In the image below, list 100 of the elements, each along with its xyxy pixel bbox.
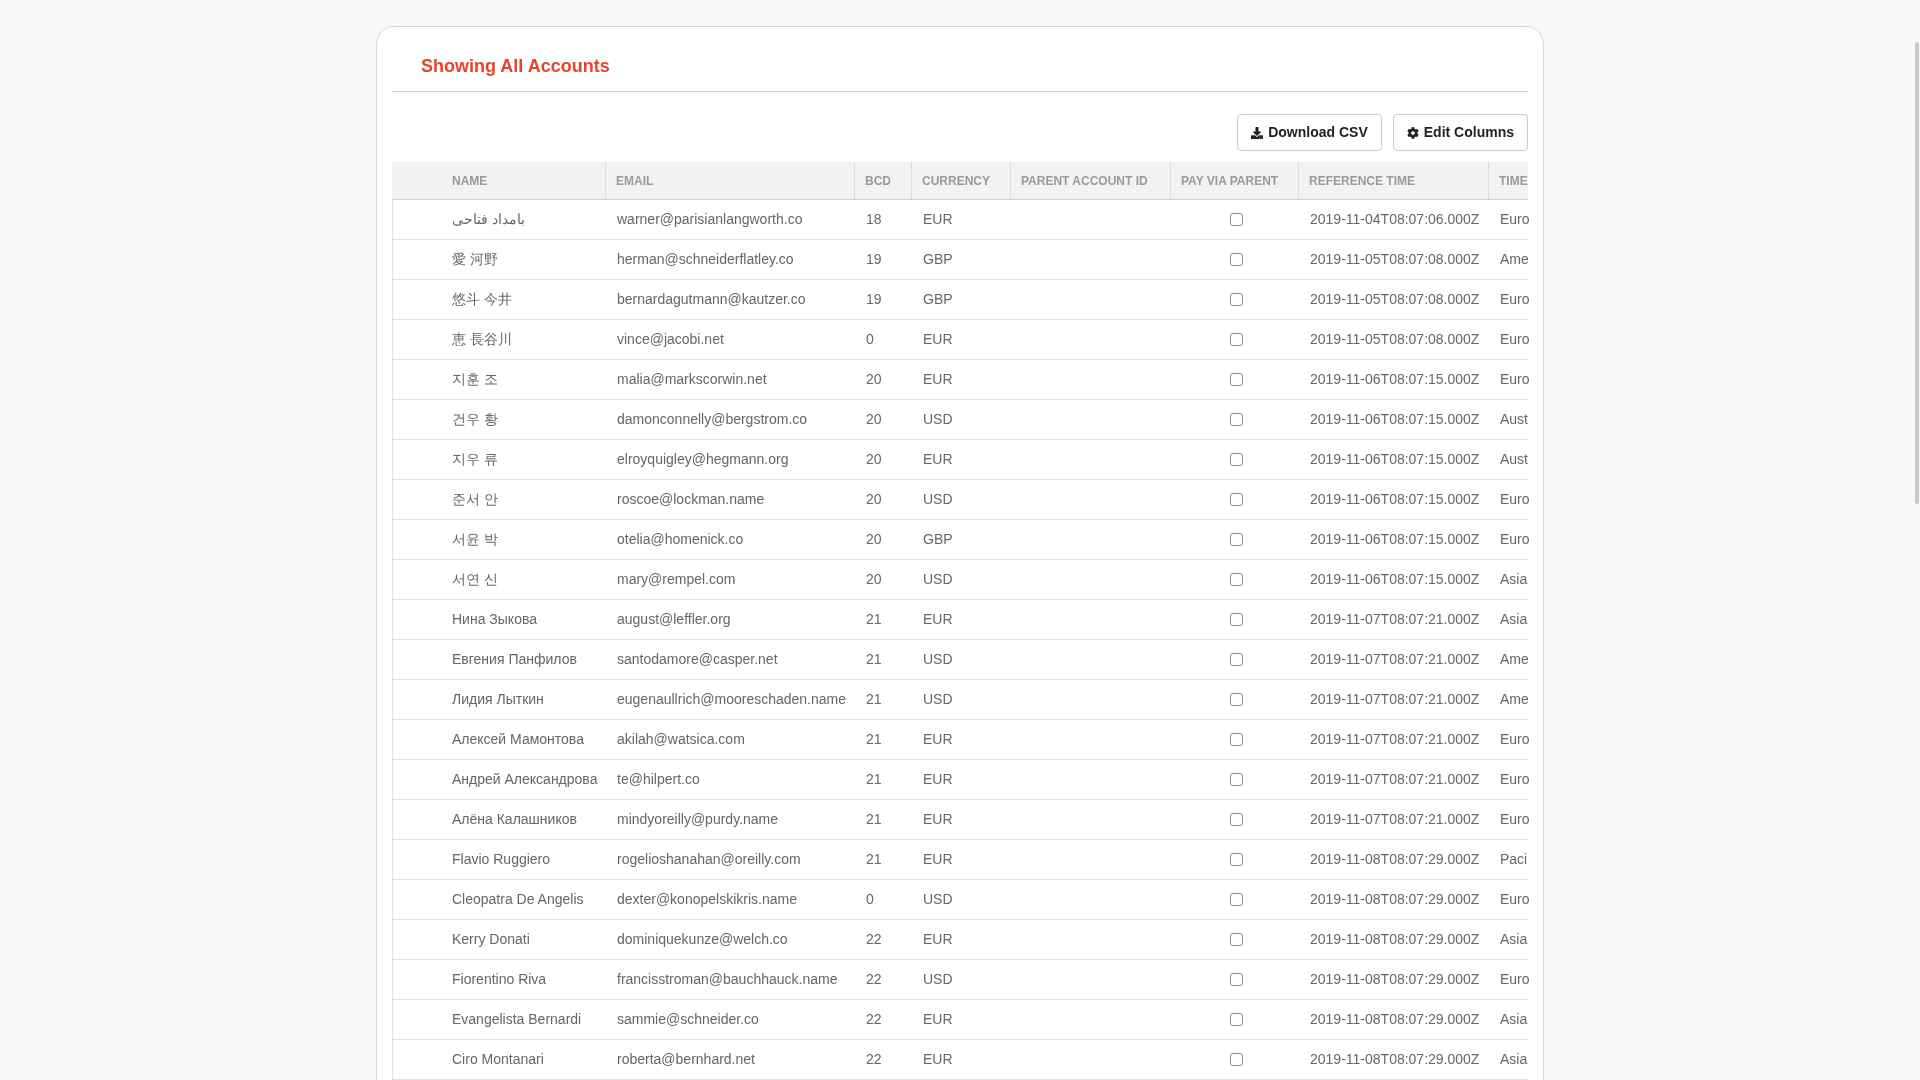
table-cell-text: 恵 長谷川 [451, 330, 513, 349]
table-cell-text: otelia@homenick.co [616, 530, 745, 549]
table-cell-text: Euro [1499, 370, 1530, 389]
table-cell-text: 悠斗 今井 [451, 290, 513, 309]
table-cell-text: Euro [1499, 730, 1530, 749]
table-cell-text: warner@parisianlangworth.co [616, 210, 804, 229]
checkbox[interactable] [1229, 693, 1243, 706]
checkbox[interactable] [1229, 653, 1243, 666]
table-cell-text: dexter@konopelskikris.name [616, 890, 798, 909]
table-cell-text: 2019-11-05T08:07:08.000Z [1309, 290, 1481, 309]
table-cell-text: francisstroman@bauchhauck.name [616, 970, 839, 989]
checkbox[interactable] [1229, 813, 1243, 826]
table-cell-text: USD [922, 410, 954, 429]
table-cell-text: Fiorentino Riva [451, 970, 548, 989]
table-cell-text: Алёна Калашников [451, 810, 578, 829]
table-cell-text: Ame [1499, 250, 1530, 269]
checkbox[interactable] [1229, 1053, 1243, 1066]
table-cell-text: 22 [865, 1050, 883, 1069]
table-cell-text: Euro [1499, 530, 1530, 549]
table-cell-text: Ciro Montanari [451, 1050, 545, 1069]
table-cell-text: Asia [1499, 930, 1529, 949]
table-cell-text: Андрей Александрова [451, 770, 599, 789]
checkbox[interactable] [1229, 413, 1243, 426]
table-cell-text: 21 [865, 810, 883, 829]
table-cell-text: 20 [865, 490, 883, 509]
table-cell-text: Euro [1499, 970, 1530, 989]
table-cell-text: EUR [922, 330, 954, 349]
table-cell-text: sammie@schneider.co [616, 1010, 760, 1029]
table-cell-text: 20 [865, 530, 883, 549]
table-cell-text: mindyoreilly@purdy.name [616, 810, 779, 829]
table-cell-text: Euro [1499, 810, 1530, 829]
table-cell-text: 20 [865, 450, 883, 469]
table-cell-text: Лидия Лыткин [451, 690, 545, 709]
table-cell-text: Paci [1499, 850, 1529, 869]
edit-columns-button[interactable]: Edit Columns [1392, 114, 1528, 151]
column-header: CURRENCY [912, 162, 1011, 199]
table-cell-text: Алексей Мамонтова [451, 730, 585, 749]
table-cell-text: 20 [865, 570, 883, 589]
table-cell-text: te@hilpert.co [616, 770, 701, 789]
table-cell-text: 2019-11-06T08:07:15.000Z [1309, 410, 1481, 429]
column-header: EMAIL [606, 162, 855, 199]
table-cell-text: mary@rempel.com [616, 570, 737, 589]
checkbox[interactable] [1229, 893, 1243, 906]
table-cell-text: EUR [922, 1050, 954, 1069]
checkbox[interactable] [1229, 373, 1243, 386]
table-cell-text: dominiquekunze@welch.co [616, 930, 789, 949]
table-cell-text: 20 [865, 410, 883, 429]
table-cell-text: 20 [865, 370, 883, 389]
checkbox[interactable] [1229, 1013, 1243, 1026]
table-cell-text: eugenaullrich@mooreschaden.name [616, 690, 848, 709]
table-cell-text: بامداد فتاحی [451, 210, 526, 229]
table-cell-text: malia@markscorwin.net [616, 370, 768, 389]
checkbox[interactable] [1229, 253, 1243, 266]
checkbox[interactable] [1229, 733, 1243, 746]
checkbox[interactable] [1229, 453, 1243, 466]
table-cell-text: elroyquigley@hegmann.org [616, 450, 790, 469]
scrollbar-thumb[interactable] [1915, 42, 1919, 504]
table-cell-text: 건우 황 [451, 410, 499, 429]
column-header: BCD [855, 162, 912, 199]
checkbox[interactable] [1229, 853, 1243, 866]
table-cell-text: Евгения Панфилов [451, 650, 578, 669]
page-title: Showing All Accounts [421, 55, 610, 77]
table-cell-text: Euro [1499, 330, 1530, 349]
table-cell-text: 2019-11-05T08:07:08.000Z [1309, 330, 1481, 349]
table-cell-text: Aust [1499, 410, 1529, 429]
table-cell-text: august@leffler.org [616, 610, 732, 629]
table-cell-text: USD [922, 690, 954, 709]
table-cell-text: 22 [865, 1010, 883, 1029]
table-cell-text: Euro [1499, 770, 1530, 789]
download-icon [1251, 126, 1264, 139]
table-cell-text: 21 [865, 650, 883, 669]
table-cell-text: EUR [922, 610, 954, 629]
table-cell-text: 2019-11-07T08:07:21.000Z [1309, 690, 1481, 709]
table-cell-text: Euro [1499, 890, 1530, 909]
table-cell-text: Ame [1499, 650, 1530, 669]
table-cell-text: Asia [1499, 570, 1529, 589]
checkbox[interactable] [1229, 293, 1243, 306]
table-cell-text: 22 [865, 970, 883, 989]
checkbox[interactable] [1229, 973, 1243, 986]
checkbox[interactable] [1229, 773, 1243, 786]
checkbox[interactable] [1229, 933, 1243, 946]
checkbox[interactable] [1229, 533, 1243, 546]
column-header: REFERENCE TIME [1299, 162, 1489, 199]
settings-icon [1406, 126, 1419, 139]
table-cell-text: EUR [922, 450, 954, 469]
table-cell-text: herman@schneiderflatley.co [616, 250, 795, 269]
table-cell-text: Kerry Donati [451, 930, 531, 949]
table-cell-text: 2019-11-06T08:07:15.000Z [1309, 570, 1481, 589]
checkbox[interactable] [1229, 213, 1243, 226]
checkbox[interactable] [1229, 613, 1243, 626]
table-cell-text: 2019-11-06T08:07:15.000Z [1309, 530, 1481, 549]
checkbox[interactable] [1229, 493, 1243, 506]
table-cell-text: EUR [922, 810, 954, 829]
checkbox[interactable] [1229, 333, 1243, 346]
checkbox[interactable] [1229, 573, 1243, 586]
download-csv-button[interactable]: Download CSV [1237, 114, 1382, 151]
table-cell-text: 2019-11-07T08:07:21.000Z [1309, 810, 1481, 829]
table-cell-text: GBP [922, 250, 954, 269]
table-cell-text: vince@jacobi.net [616, 330, 725, 349]
table-cell-text: santodamore@casper.net [616, 650, 779, 669]
